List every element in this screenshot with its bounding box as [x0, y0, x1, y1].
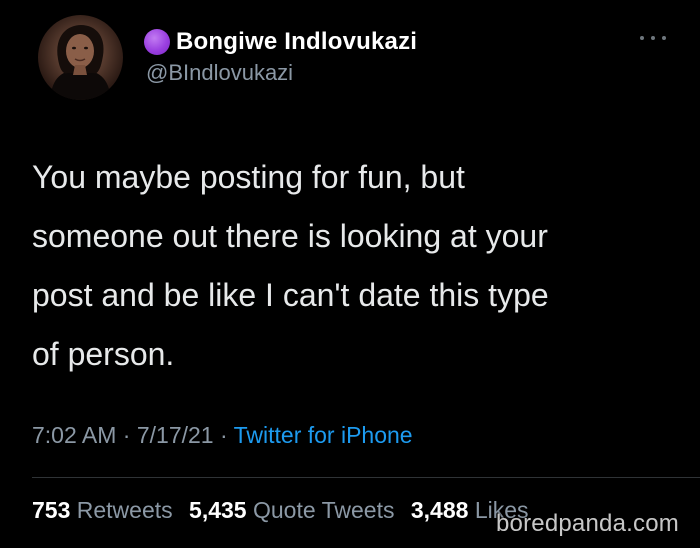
retweets-count: 753: [32, 497, 71, 523]
tweet-text-line: of person.: [32, 336, 175, 372]
more-dot: [662, 36, 666, 40]
purple-circle-emoji-icon: [144, 29, 170, 55]
tweet-time[interactable]: 7:02 AM: [32, 422, 116, 448]
divider: [32, 477, 700, 478]
more-dot: [640, 36, 644, 40]
tweet-text-line: post and be like I can't date this type: [32, 277, 549, 313]
more-dot: [651, 36, 655, 40]
author-handle[interactable]: @BIndlovukazi: [146, 60, 293, 86]
tweet-text: You maybe posting for fun, but someone o…: [32, 148, 682, 384]
avatar-image: [50, 25, 111, 100]
author-display-name[interactable]: Bongiwe Indlovukazi: [176, 28, 417, 56]
tweet-source-link[interactable]: Twitter for iPhone: [234, 422, 413, 448]
author-name-row[interactable]: Bongiwe Indlovukazi: [144, 26, 417, 58]
tweet-date[interactable]: 7/17/21: [137, 422, 214, 448]
meta-separator: ·: [213, 422, 234, 448]
tweet-card: Bongiwe Indlovukazi @BIndlovukazi You ma…: [0, 0, 700, 548]
retweets-label: Retweets: [76, 497, 173, 523]
tweet-text-line: someone out there is looking at your: [32, 218, 548, 254]
tweet-text-line: You maybe posting for fun, but: [32, 159, 465, 195]
engagement-stats: 753 Retweets 5,435 Quote Tweets 3,488 Li…: [32, 497, 529, 524]
avatar[interactable]: [38, 15, 123, 100]
more-horizontal-icon[interactable]: [640, 34, 666, 42]
tweet-meta: 7:02 AM · 7/17/21 · Twitter for iPhone: [32, 422, 413, 449]
meta-separator: ·: [116, 422, 137, 448]
quote-tweets-count: 5,435: [189, 497, 247, 523]
retweets-stat[interactable]: 753 Retweets: [32, 497, 173, 523]
quote-tweets-stat[interactable]: 5,435 Quote Tweets: [189, 497, 394, 523]
watermark: boredpanda.com: [496, 510, 679, 537]
likes-count: 3,488: [410, 497, 469, 523]
quote-tweets-label: Quote Tweets: [252, 497, 395, 523]
